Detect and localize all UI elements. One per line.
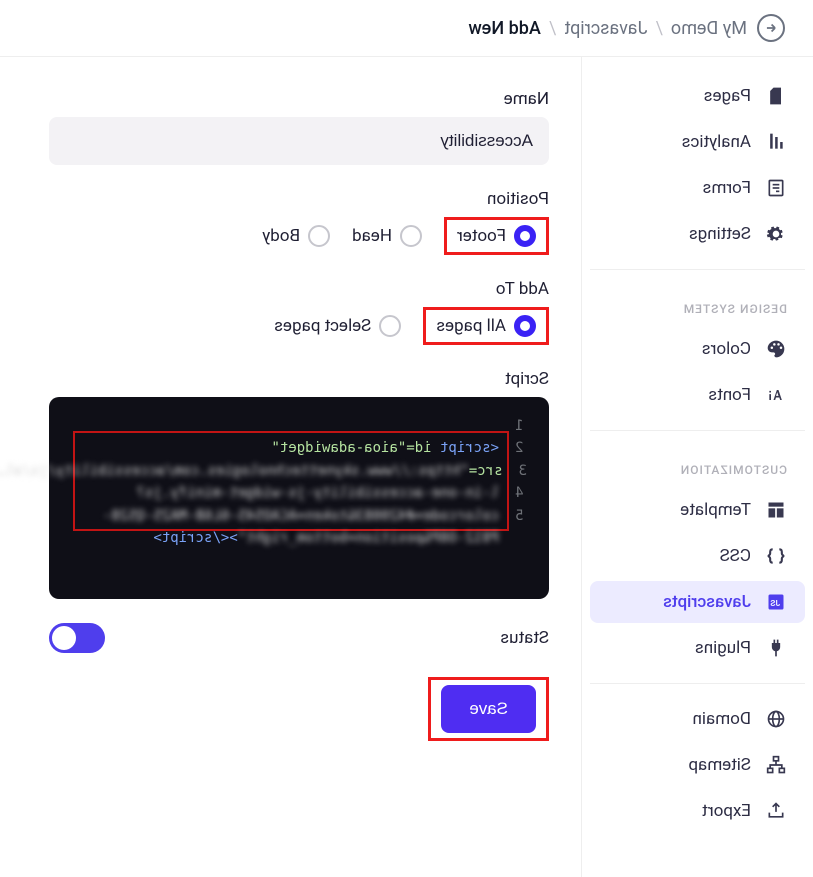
sidebar-item-javascripts[interactable]: JS Javascripts — [590, 581, 805, 623]
breadcrumb-sep: / — [655, 18, 662, 39]
sidebar-item-label: Export — [702, 801, 751, 821]
sidebar-item-settings[interactable]: Settings — [590, 213, 805, 255]
js-icon: JS — [765, 591, 787, 613]
sidebar-item-label: Fonts — [708, 385, 751, 405]
topbar: My Demo / Javascript / Add New — [0, 0, 813, 57]
radio-icon — [308, 225, 330, 247]
sidebar-item-label: CSS — [720, 546, 751, 566]
addto-label: Add To — [496, 279, 549, 299]
position-label: Position — [487, 189, 549, 209]
sidebar-item-colors[interactable]: Colors — [590, 328, 805, 370]
svg-text:JS: JS — [770, 599, 780, 609]
position-option-footer[interactable]: Footer — [457, 225, 536, 247]
sidebar-item-fonts[interactable]: Fonts — [590, 374, 805, 416]
radio-icon — [400, 225, 422, 247]
script-label: Script — [505, 369, 549, 389]
sidebar-item-template[interactable]: Template — [590, 489, 805, 531]
sidebar-item-label: Template — [680, 500, 751, 520]
sidebar-item-forms[interactable]: Forms — [590, 167, 805, 209]
main-form: Name Position Footer Head — [0, 57, 581, 877]
sidebar-item-sitemap[interactable]: Sitemap — [590, 744, 805, 786]
sidebar-item-plugins[interactable]: Plugins — [590, 627, 805, 669]
save-button[interactable]: Save — [441, 685, 536, 733]
palette-icon — [765, 338, 787, 360]
pages-icon — [765, 85, 787, 107]
sidebar-item-label: Sitemap — [688, 755, 751, 775]
radio-icon — [514, 225, 536, 247]
export-icon — [765, 800, 787, 822]
sidebar-item-domain[interactable]: Domain — [590, 698, 805, 740]
status-label: Status — [500, 628, 549, 648]
braces-icon — [765, 545, 787, 567]
sidebar-item-label: Colors — [702, 339, 751, 359]
breadcrumb: My Demo / Javascript / Add New — [468, 18, 747, 39]
sidebar-item-pages[interactable]: Pages — [590, 75, 805, 117]
sitemap-icon — [765, 754, 787, 776]
sidebar-item-label: Pages — [704, 86, 751, 106]
sidebar-item-label: Plugins — [695, 638, 751, 658]
script-code-editor[interactable]: 1 2<script id="aioa-adawidget" 3src="htt… — [49, 397, 549, 599]
sidebar-item-label: Analytics — [682, 132, 751, 152]
back-icon[interactable] — [757, 14, 785, 42]
breadcrumb-sep: / — [549, 18, 556, 39]
fonts-icon — [765, 384, 787, 406]
sidebar-item-analytics[interactable]: Analytics — [590, 121, 805, 163]
breadcrumb-level1[interactable]: My Demo — [671, 18, 747, 39]
position-option-head[interactable]: Head — [352, 225, 422, 247]
gear-icon — [765, 223, 787, 245]
sidebar-item-label: Forms — [703, 178, 751, 198]
sidebar-item-css[interactable]: CSS — [590, 535, 805, 577]
sidebar-group-design: DESIGN SYSTEM — [590, 284, 805, 324]
plug-icon — [765, 637, 787, 659]
sidebar-item-export[interactable]: Export — [590, 790, 805, 832]
analytics-icon — [765, 131, 787, 153]
globe-icon — [765, 708, 787, 730]
name-label: Name — [504, 89, 549, 109]
sidebar-item-label: Domain — [692, 709, 751, 729]
toggle-knob — [52, 626, 76, 650]
forms-icon — [765, 177, 787, 199]
breadcrumb-level2[interactable]: Javascript — [564, 18, 647, 39]
addto-option-select[interactable]: Select pages — [274, 315, 401, 337]
name-input[interactable] — [49, 117, 549, 165]
sidebar-group-customization: CUSTOMIZATION — [590, 445, 805, 485]
sidebar: Pages Analytics Forms Settings — [581, 57, 813, 877]
template-icon — [765, 499, 787, 521]
addto-option-all[interactable]: All pages — [436, 315, 536, 337]
sidebar-item-label: Javascripts — [663, 592, 751, 612]
radio-icon — [514, 315, 536, 337]
position-option-body[interactable]: Body — [262, 225, 330, 247]
status-toggle[interactable] — [49, 623, 105, 653]
radio-icon — [379, 315, 401, 337]
sidebar-item-label: Settings — [689, 224, 751, 244]
breadcrumb-current: Add New — [468, 18, 540, 39]
